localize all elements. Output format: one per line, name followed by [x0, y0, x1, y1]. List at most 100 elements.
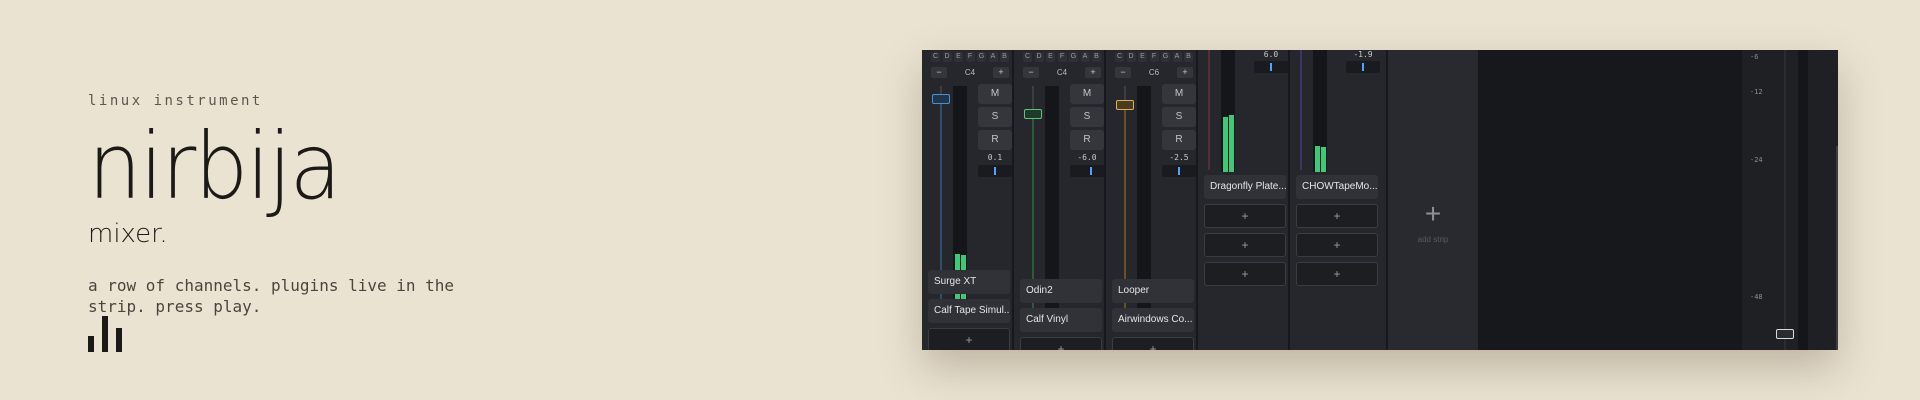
- pan-value: -1.9: [1353, 50, 1373, 59]
- plugin-slot[interactable]: Surge XT: [928, 270, 1010, 294]
- octave-down-button[interactable]: −: [931, 66, 947, 78]
- key-f[interactable]: F: [1149, 52, 1159, 62]
- channel-strip: C D E F G A B − C6 + M S R -2.5 Looper A…: [1106, 50, 1198, 350]
- key-f[interactable]: F: [965, 52, 975, 62]
- plugin-slot[interactable]: Looper: [1112, 279, 1194, 303]
- key-a[interactable]: A: [1172, 52, 1182, 62]
- solo-button[interactable]: S: [1070, 107, 1104, 127]
- scrollbar[interactable]: [1836, 146, 1838, 350]
- key-c[interactable]: C: [1115, 52, 1124, 62]
- octave-up-button[interactable]: +: [1176, 66, 1193, 78]
- octave-selector: − C4 +: [1023, 66, 1101, 78]
- add-strip-icon: +: [1424, 198, 1442, 229]
- empty-area: [1478, 50, 1742, 350]
- master-fader-track: [1784, 50, 1786, 350]
- octave-value: C4: [964, 67, 976, 77]
- key-b[interactable]: B: [1092, 52, 1101, 62]
- key-g[interactable]: G: [1161, 52, 1170, 62]
- plugin-slot[interactable]: Dragonfly Plate...: [1204, 175, 1286, 199]
- key-d[interactable]: D: [1034, 52, 1044, 62]
- db-label: -24: [1750, 156, 1763, 164]
- solo-button[interactable]: S: [1162, 107, 1196, 127]
- fader-handle[interactable]: [1024, 109, 1042, 119]
- pan-knob[interactable]: [978, 165, 1012, 177]
- master-fader-handle[interactable]: [1776, 329, 1794, 339]
- mute-button[interactable]: M: [1070, 84, 1104, 104]
- octave-down-button[interactable]: −: [1023, 66, 1039, 78]
- kicker: linux instrument: [88, 93, 263, 109]
- page-subtitle: mixer.: [88, 219, 168, 249]
- octave-selector: − C4 +: [931, 66, 1009, 78]
- db-label: -12: [1750, 88, 1763, 96]
- add-plugin-button[interactable]: +: [1296, 204, 1378, 228]
- add-plugin-button[interactable]: +: [1112, 337, 1194, 350]
- plugin-slot[interactable]: Calf Vinyl: [1020, 308, 1102, 332]
- db-label: -6: [1750, 53, 1759, 61]
- plugin-slot[interactable]: Airwindows Co...: [1112, 308, 1194, 332]
- add-plugin-button[interactable]: +: [1204, 262, 1286, 286]
- fader-level: [1300, 50, 1302, 170]
- key-d[interactable]: D: [1126, 52, 1136, 62]
- add-plugin-button[interactable]: +: [1296, 233, 1378, 257]
- add-plugin-button[interactable]: +: [1296, 262, 1378, 286]
- octave-down-button[interactable]: −: [1115, 66, 1131, 78]
- key-a[interactable]: A: [1080, 52, 1090, 62]
- key-e[interactable]: E: [954, 52, 963, 62]
- pan-knob[interactable]: [1346, 61, 1380, 73]
- add-plugin-button[interactable]: +: [928, 328, 1010, 350]
- octave-up-button[interactable]: +: [992, 66, 1009, 78]
- add-plugin-button[interactable]: +: [1204, 204, 1286, 228]
- fader-handle[interactable]: [932, 94, 950, 104]
- pan-value: -2.5: [1169, 153, 1189, 162]
- key-d[interactable]: D: [942, 52, 952, 62]
- record-button[interactable]: R: [1070, 130, 1104, 150]
- key-g[interactable]: G: [1069, 52, 1078, 62]
- key-a[interactable]: A: [988, 52, 998, 62]
- key-f[interactable]: F: [1057, 52, 1067, 62]
- key-c[interactable]: C: [931, 52, 940, 62]
- db-label: -48: [1750, 293, 1763, 301]
- plugin-slot[interactable]: CHOWTapeMo...: [1296, 175, 1378, 199]
- channel-strip: -1.9 CHOWTapeMo... + + +: [1290, 50, 1388, 350]
- level-meter: [1313, 50, 1327, 172]
- master-meter: [1798, 50, 1808, 350]
- channel-strip: 6.0 Dragonfly Plate... + + +: [1198, 50, 1290, 350]
- fader-level: [1208, 50, 1210, 170]
- octave-up-button[interactable]: +: [1084, 66, 1101, 78]
- solo-button[interactable]: S: [978, 107, 1012, 127]
- master-strip: -6 -12 -24 -48: [1742, 50, 1838, 350]
- octave-value: C6: [1148, 67, 1160, 77]
- mute-button[interactable]: M: [978, 84, 1012, 104]
- key-c[interactable]: C: [1023, 52, 1032, 62]
- key-e[interactable]: E: [1138, 52, 1147, 62]
- level-meter: [1221, 50, 1235, 172]
- key-selector: C D E F G A B: [931, 52, 1009, 62]
- key-selector: C D E F G A B: [1115, 52, 1193, 62]
- bars-logo-icon: [88, 316, 128, 352]
- record-button[interactable]: R: [1162, 130, 1196, 150]
- key-e[interactable]: E: [1046, 52, 1055, 62]
- hero: linux instrument nirbija mixer. a row of…: [88, 93, 508, 317]
- channel-strip: C D E F G A B − C4 + M S R -6.0 Odin2 Ca…: [1014, 50, 1106, 350]
- mute-button[interactable]: M: [1162, 84, 1196, 104]
- fader-handle[interactable]: [1116, 100, 1134, 110]
- channel-strip: C D E F G A B − C4 + M S R 0.1 Surge XT …: [922, 50, 1014, 350]
- pan-value: -6.0: [1077, 153, 1097, 162]
- pan-value: 6.0: [1263, 50, 1279, 59]
- key-g[interactable]: G: [977, 52, 986, 62]
- plugin-slot[interactable]: Odin2: [1020, 279, 1102, 303]
- add-plugin-button[interactable]: +: [1020, 337, 1102, 350]
- pan-knob[interactable]: [1254, 61, 1288, 73]
- octave-selector: − C6 +: [1115, 66, 1193, 78]
- record-button[interactable]: R: [978, 130, 1012, 150]
- add-strip-label: add strip: [1417, 235, 1449, 244]
- key-b[interactable]: B: [1000, 52, 1009, 62]
- description: a row of channels. plugins live in the s…: [88, 276, 455, 316]
- pan-knob[interactable]: [1162, 165, 1196, 177]
- add-strip-button[interactable]: + add strip: [1388, 50, 1478, 350]
- key-b[interactable]: B: [1184, 52, 1193, 62]
- add-plugin-button[interactable]: +: [1204, 233, 1286, 257]
- key-selector: C D E F G A B: [1023, 52, 1101, 62]
- pan-knob[interactable]: [1070, 165, 1104, 177]
- plugin-slot[interactable]: Calf Tape Simul...: [928, 299, 1010, 323]
